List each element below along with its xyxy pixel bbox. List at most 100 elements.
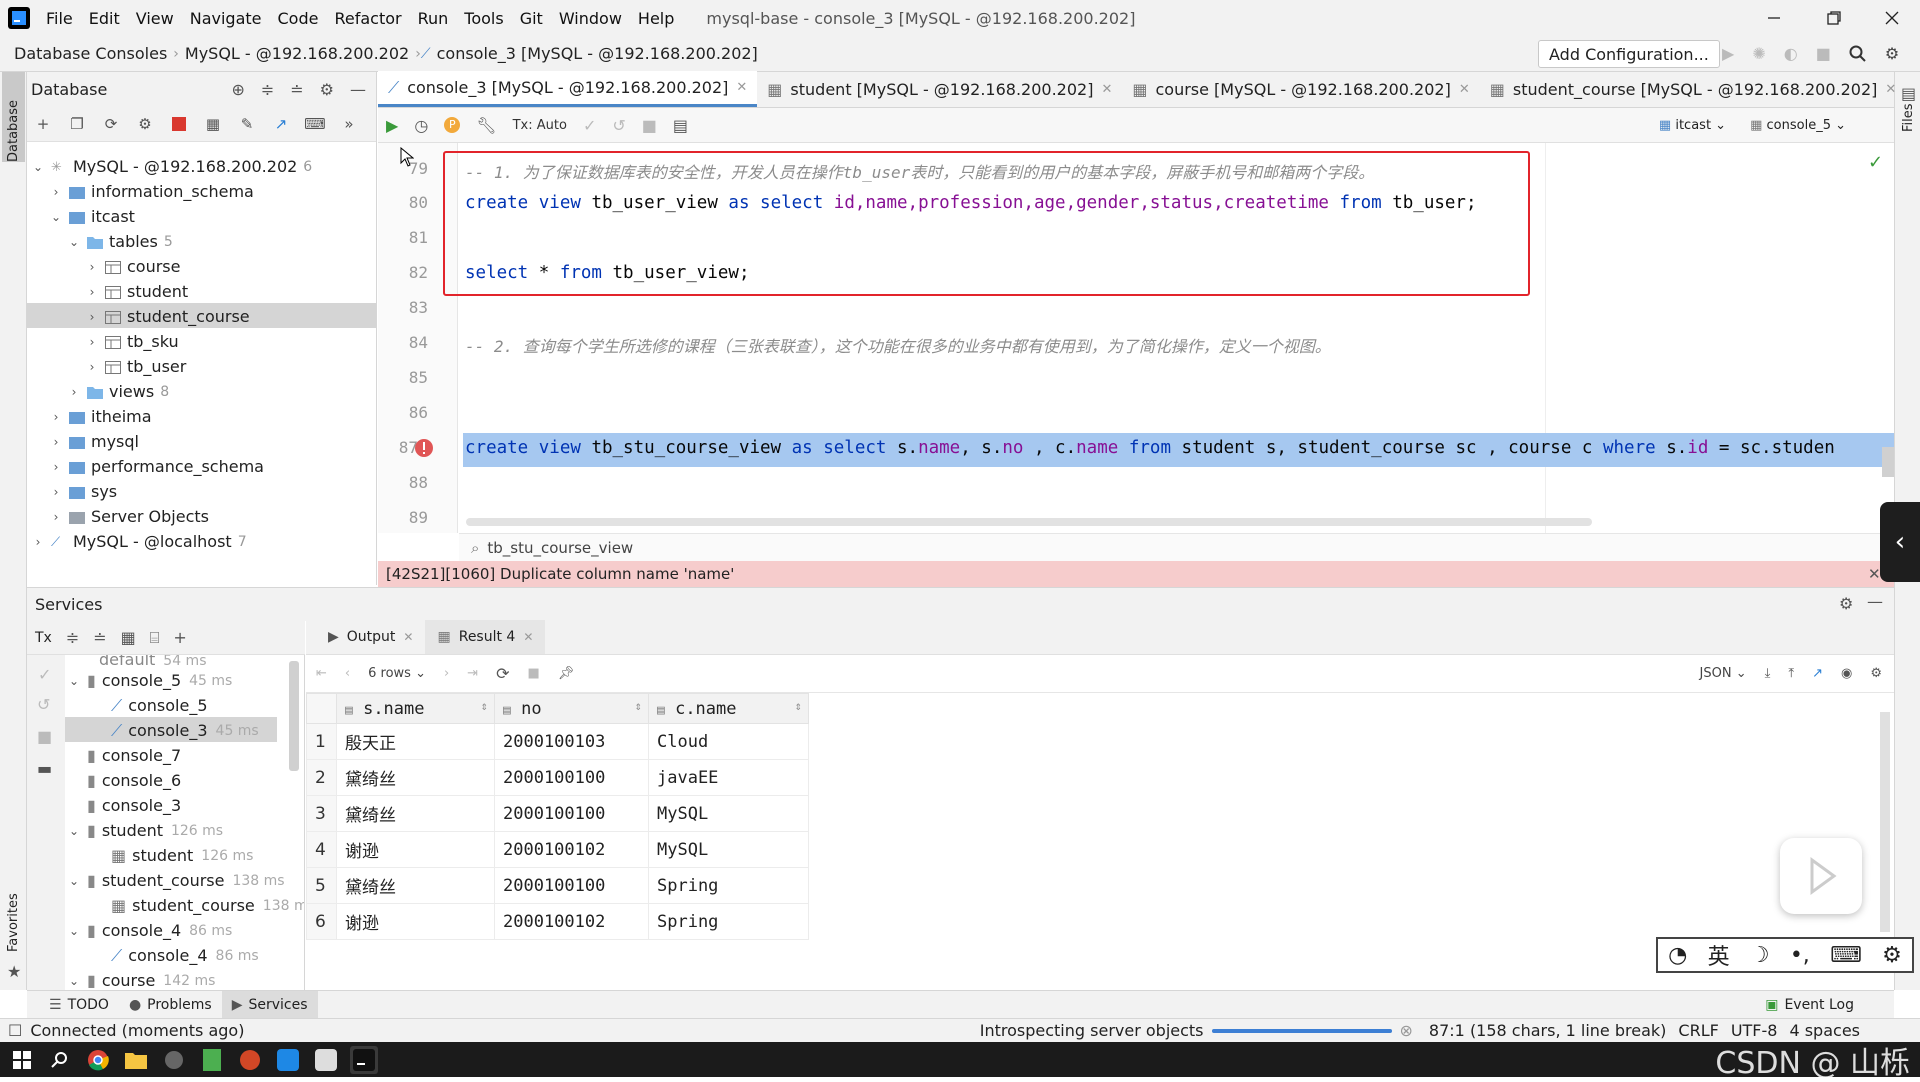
- favorites-tool-button[interactable]: Favorites: [6, 893, 21, 952]
- file-explorer-icon[interactable]: [122, 1046, 150, 1074]
- service-item[interactable]: ▦ student 126 ms: [105, 843, 253, 868]
- edit-icon[interactable]: ✎: [237, 114, 257, 134]
- video-play-button[interactable]: [1780, 838, 1862, 914]
- filter-icon[interactable]: ⌸: [150, 628, 160, 648]
- table-cell[interactable]: 2000100100: [494, 759, 649, 796]
- database-tool-button[interactable]: Database: [6, 100, 21, 162]
- keyboard-icon[interactable]: ⌨: [1830, 943, 1862, 968]
- service-item[interactable]: ⌄ ▮ console_5 45 ms: [67, 668, 232, 693]
- close-tab-icon[interactable]: ✕: [736, 80, 747, 95]
- table-cell[interactable]: 谢逊: [336, 903, 495, 940]
- chevron-right-icon[interactable]: ›: [49, 435, 63, 449]
- service-item[interactable]: ⌄ ▮ console_4 86 ms: [67, 918, 232, 943]
- table-row[interactable]: 2 黛绮丝 2000100100 javaEE: [306, 759, 809, 796]
- ime-language[interactable]: 英: [1708, 939, 1730, 971]
- chevron-right-icon[interactable]: ›: [49, 460, 63, 474]
- service-item[interactable]: ⌄ ▮ course 142 ms: [67, 968, 215, 990]
- collapse-all-icon[interactable]: ≐: [93, 628, 106, 647]
- table-cell[interactable]: 黛绮丝: [336, 867, 495, 904]
- menu-file[interactable]: File: [38, 9, 81, 28]
- chevron-right-icon[interactable]: ›: [85, 335, 99, 349]
- datagrip-icon[interactable]: [350, 1045, 378, 1074]
- vertical-scrollbar[interactable]: [1882, 447, 1894, 477]
- expand-all-icon[interactable]: ≑: [261, 80, 274, 99]
- minimize-icon[interactable]: [1746, 0, 1802, 36]
- close-icon[interactable]: ✕: [1868, 565, 1881, 583]
- tx-mode-select[interactable]: Tx: Auto: [513, 118, 567, 133]
- tab-result-4[interactable]: ▦ Result 4 ✕: [425, 620, 546, 654]
- more-icon[interactable]: »: [339, 114, 359, 134]
- table-cell[interactable]: 2000100102: [494, 831, 649, 868]
- menu-refactor[interactable]: Refactor: [326, 9, 409, 28]
- service-item[interactable]: ⌄ ▮ student_course 138 ms: [67, 868, 285, 893]
- close-window-icon[interactable]: [1864, 0, 1920, 36]
- session-select[interactable]: ▦ console_5 ⌄: [1750, 118, 1846, 133]
- tab-output[interactable]: ▶ Output ✕: [316, 620, 425, 654]
- chevron-down-icon[interactable]: ⌄: [67, 674, 81, 688]
- caret-position[interactable]: 87:1 (158 chars, 1 line break): [1429, 1021, 1666, 1040]
- compare-icon[interactable]: ↗: [1812, 666, 1823, 681]
- app-icon[interactable]: [312, 1046, 340, 1074]
- stop-icon[interactable]: [169, 114, 189, 134]
- output-layout-icon[interactable]: ▤: [673, 116, 688, 135]
- commit-icon[interactable]: ✓: [38, 665, 51, 684]
- table-row[interactable]: 3 黛绮丝 2000100100 MySQL: [306, 795, 809, 832]
- code-line-87[interactable]: create view tb_stu_course_view as select…: [465, 438, 1835, 458]
- menu-navigate[interactable]: Navigate: [182, 9, 270, 28]
- service-item[interactable]: ▦ student_course 138 ms: [105, 893, 304, 918]
- chevron-down-icon[interactable]: ⌄: [67, 824, 81, 838]
- column-header[interactable]: ▤ c.name ⇕: [648, 693, 809, 724]
- search-icon[interactable]: [46, 1046, 74, 1074]
- chevron-down-icon[interactable]: ⌄: [49, 210, 63, 224]
- close-tab-icon[interactable]: ✕: [1459, 82, 1470, 97]
- chevron-right-icon[interactable]: ›: [49, 510, 63, 524]
- tree-table-tb-user[interactable]: › tb_user: [85, 354, 187, 379]
- menu-tools[interactable]: Tools: [456, 9, 511, 28]
- chevron-down-icon[interactable]: ⌄: [67, 235, 81, 249]
- table-cell[interactable]: MySQL: [648, 795, 809, 832]
- app-icon[interactable]: [274, 1046, 302, 1074]
- horizontal-scrollbar[interactable]: [466, 518, 1592, 526]
- tree-connection-localhost[interactable]: › ⟋ MySQL - @localhost 7: [31, 529, 247, 554]
- schema-icon[interactable]: ⚙: [135, 114, 155, 134]
- export-icon[interactable]: ⤓: [1765, 666, 1771, 681]
- chevron-right-icon[interactable]: ›: [49, 485, 63, 499]
- chevron-right-icon[interactable]: ›: [49, 410, 63, 424]
- rollback-icon[interactable]: ↺: [37, 695, 50, 714]
- moon-icon[interactable]: ☽: [1750, 943, 1770, 968]
- tab-student[interactable]: ▦ student [MySQL - @192.168.200.202] ✕: [757, 71, 1122, 107]
- tree-performance-schema[interactable]: › performance_schema: [49, 454, 264, 479]
- menu-code[interactable]: Code: [270, 9, 327, 28]
- expand-all-icon[interactable]: ≑: [66, 628, 79, 647]
- service-item[interactable]: ⟋ console_3 45 ms: [105, 718, 259, 743]
- event-log-button[interactable]: ▣ Event Log: [1755, 991, 1864, 1019]
- run-icon[interactable]: ▶: [1722, 44, 1734, 63]
- search-icon[interactable]: [1849, 45, 1867, 63]
- table-cell[interactable]: 谢逊: [336, 831, 495, 868]
- settings-icon[interactable]: ⚙: [1885, 44, 1899, 63]
- table-cell[interactable]: 黛绮丝: [336, 759, 495, 796]
- import-icon[interactable]: ⤒: [1788, 666, 1794, 681]
- copy-icon[interactable]: ❐: [67, 114, 87, 134]
- windows-start-icon[interactable]: [8, 1046, 36, 1074]
- stop-icon[interactable]: ■: [37, 727, 52, 746]
- tree-table-student-course[interactable]: › student_course: [85, 304, 250, 329]
- table-cell[interactable]: 2000100100: [494, 795, 649, 832]
- service-item[interactable]: ⟋ console_4 86 ms: [105, 943, 259, 968]
- line-separator[interactable]: CRLF: [1678, 1021, 1718, 1040]
- table-cell[interactable]: 2000100103: [494, 723, 649, 760]
- refresh-icon[interactable]: ⟳: [101, 114, 121, 134]
- tab-services[interactable]: ▶ Services: [221, 990, 318, 1019]
- menu-run[interactable]: Run: [410, 9, 457, 28]
- table-row[interactable]: 6 谢逊 2000100102 Spring: [306, 903, 809, 940]
- table-cell[interactable]: Spring: [648, 903, 809, 940]
- pin-icon[interactable]: 📌︎: [558, 666, 575, 681]
- group-icon[interactable]: ▦: [121, 628, 136, 647]
- collapse-sidebar-button[interactable]: ‹: [1880, 502, 1920, 582]
- table-cell[interactable]: 2000100100: [494, 867, 649, 904]
- table-row[interactable]: 1 殷天正 2000100103 Cloud: [306, 723, 809, 760]
- stop-icon[interactable]: ■: [527, 666, 539, 681]
- breadcrumb-connection[interactable]: MySQL - @192.168.200.202: [179, 44, 415, 63]
- add-service-icon[interactable]: +: [173, 628, 186, 647]
- menu-window[interactable]: Window: [551, 9, 630, 28]
